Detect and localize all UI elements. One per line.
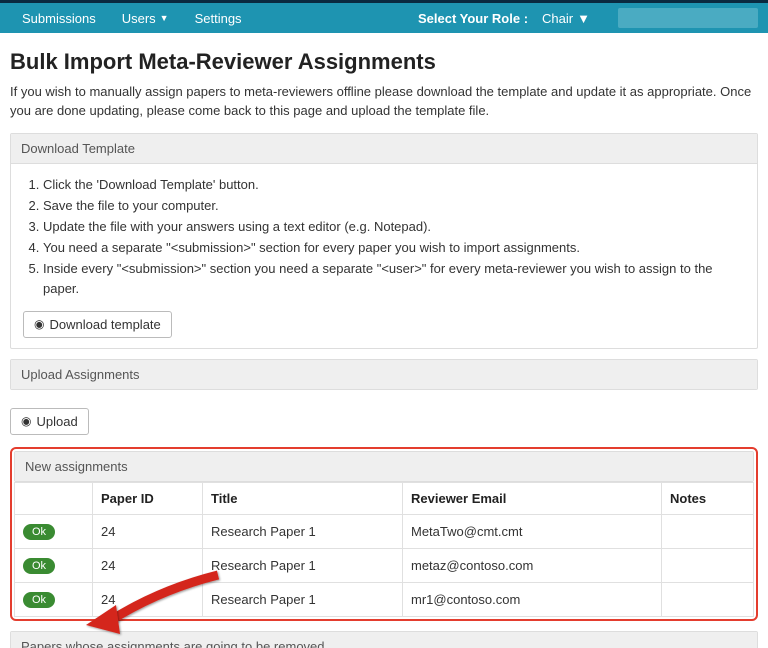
cell-notes [662,548,754,582]
caret-down-icon: ▼ [577,11,590,26]
col-notes: Notes [662,482,754,514]
download-step: Save the file to your computer. [43,196,745,216]
nav-label: Submissions [22,11,96,26]
table-row: Ok 24 Research Paper 1 metaz@contoso.com [15,548,754,582]
download-template-button[interactable]: ◉ Download template [23,311,172,338]
col-paper-id: Paper ID [93,482,203,514]
role-value: Chair [542,11,573,26]
role-dropdown[interactable]: Chair ▼ [534,5,598,32]
cell-title: Research Paper 1 [203,582,403,616]
download-step: Click the 'Download Template' button. [43,175,745,195]
page-title: Bulk Import Meta-Reviewer Assignments [10,49,758,75]
button-label: Upload [36,414,77,429]
cell-paper-id: 24 [93,548,203,582]
nav-menu: Submissions Users ▼ Settings [10,5,254,32]
user-identity-placeholder [618,8,758,28]
upload-assignments-header: Upload Assignments [11,360,757,389]
cell-paper-id: 24 [93,514,203,548]
download-steps-list: Click the 'Download Template' button. Sa… [23,175,745,300]
download-template-panel: Download Template Click the 'Download Te… [10,133,758,349]
nav-label: Settings [195,11,242,26]
new-assignments-header: New assignments [15,452,753,481]
table-row: Ok 24 Research Paper 1 mr1@contoso.com [15,582,754,616]
status-badge: Ok [23,592,55,608]
intro-text: If you wish to manually assign papers to… [10,83,758,121]
new-assignments-panel: New assignments [14,451,754,482]
table-row: Ok 24 Research Paper 1 MetaTwo@cmt.cmt [15,514,754,548]
nav-submissions[interactable]: Submissions [10,5,108,32]
role-area: Select Your Role : Chair ▼ [418,5,758,32]
upload-button[interactable]: ◉ Upload [10,408,89,435]
cell-notes [662,514,754,548]
upload-assignments-panel: Upload Assignments [10,359,758,390]
download-icon: ◉ [34,317,44,331]
nav-settings[interactable]: Settings [183,5,254,32]
top-navbar: Submissions Users ▼ Settings Select Your… [0,0,768,33]
new-assignments-highlight: New assignments Paper ID Title Reviewer … [10,447,758,621]
new-assignments-table: Paper ID Title Reviewer Email Notes Ok 2… [14,482,754,617]
cell-email: metaz@contoso.com [403,548,662,582]
cell-notes [662,582,754,616]
status-badge: Ok [23,524,55,540]
cell-paper-id: 24 [93,582,203,616]
cell-email: mr1@contoso.com [403,582,662,616]
upload-icon: ◉ [21,414,31,428]
col-title: Title [203,482,403,514]
remove-assignments-header: Papers whose assignments are going to be… [11,632,757,648]
cell-title: Research Paper 1 [203,548,403,582]
nav-users[interactable]: Users ▼ [110,5,181,32]
role-prompt: Select Your Role : [418,11,528,26]
download-template-header: Download Template [11,134,757,164]
col-status [15,482,93,514]
nav-label: Users [122,11,156,26]
caret-down-icon: ▼ [160,13,169,23]
download-step: Inside every "<submission>" section you … [43,259,745,299]
download-step: You need a separate "<submission>" secti… [43,238,745,258]
download-step: Update the file with your answers using … [43,217,745,237]
cell-email: MetaTwo@cmt.cmt [403,514,662,548]
button-label: Download template [49,317,160,332]
remove-assignments-panel: Papers whose assignments are going to be… [10,631,758,648]
status-badge: Ok [23,558,55,574]
cell-title: Research Paper 1 [203,514,403,548]
col-reviewer-email: Reviewer Email [403,482,662,514]
